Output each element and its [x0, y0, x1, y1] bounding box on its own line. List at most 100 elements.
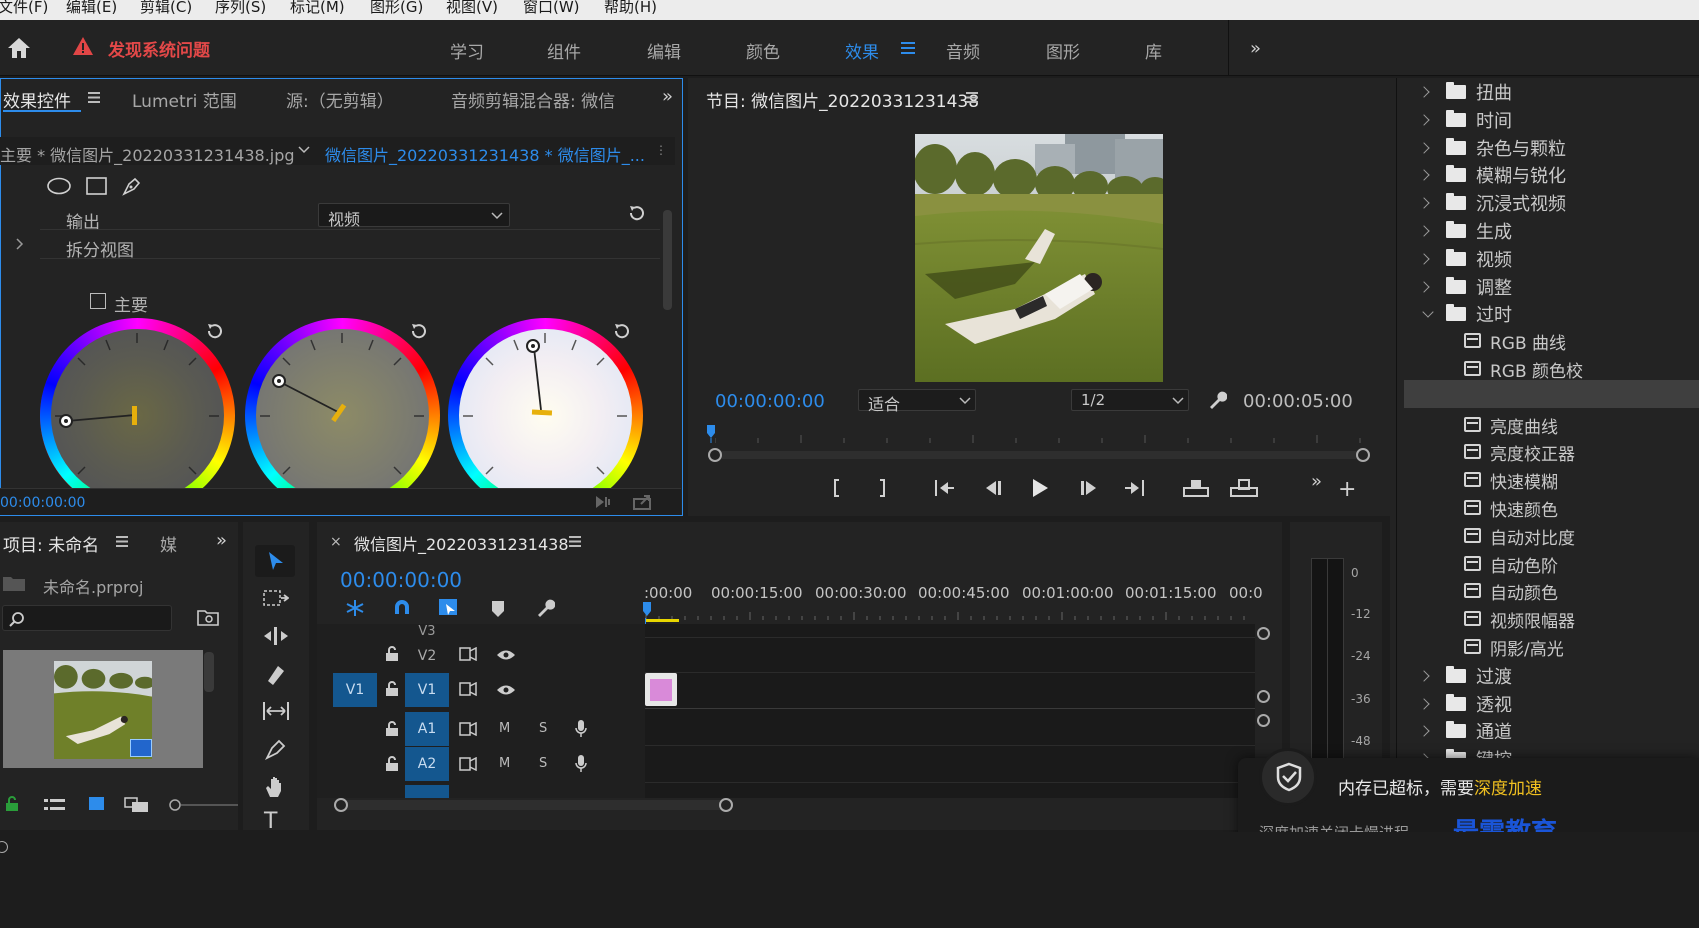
zoom-handle-right[interactable]	[1356, 448, 1370, 462]
program-zoom-bar[interactable]	[715, 451, 1363, 459]
add-marker-icon[interactable]	[490, 600, 506, 618]
thumbnail-size-slider[interactable]	[168, 798, 238, 812]
effects-folder-folders_after-0[interactable]: 过渡	[1476, 663, 1512, 689]
work-area-bar[interactable]	[645, 619, 679, 622]
effect-item-10[interactable]: 视频限幅器	[1490, 607, 1575, 632]
effects-folder-folders-8[interactable]: 过时	[1476, 301, 1512, 327]
program-video-frame[interactable]	[915, 134, 1163, 382]
ellipse-mask-icon[interactable]	[46, 177, 72, 195]
effect-item-7[interactable]: 自动对比度	[1490, 524, 1575, 549]
effect-item-1[interactable]: RGB 颜色校	[1490, 357, 1583, 382]
effect-item-9[interactable]: 自动颜色	[1490, 579, 1558, 604]
step-forward-icon[interactable]	[1078, 478, 1100, 498]
list-view-icon[interactable]	[44, 798, 66, 812]
zoom-handle-left[interactable]	[708, 448, 722, 462]
mark-out-icon[interactable]	[875, 478, 889, 498]
freeform-view-icon[interactable]	[124, 797, 150, 813]
effects-folder-folders-0[interactable]: 扭曲	[1476, 79, 1512, 105]
effects-folder-folders-1[interactable]: 时间	[1476, 107, 1512, 133]
timeline-settings-icon[interactable]	[535, 598, 555, 618]
effects-folder-folders-6[interactable]: 视频	[1476, 246, 1512, 272]
workspace-color[interactable]: 颜色	[746, 38, 780, 63]
track-a2-label[interactable]: A2	[405, 747, 449, 781]
menu-edit[interactable]: 编辑(E)	[66, 0, 117, 15]
effect-item-4[interactable]: 亮度校正器	[1490, 440, 1575, 465]
menu-window[interactable]: 窗口(W)	[523, 0, 580, 15]
effects-folder-folders-4[interactable]: 沉浸式视频	[1476, 190, 1566, 216]
tab-timeline-sequence[interactable]: 微信图片_20220331231438	[354, 531, 569, 555]
more-tabs-icon[interactable]: »	[662, 86, 673, 107]
lock-icon[interactable]	[5, 796, 19, 812]
home-icon[interactable]	[6, 36, 32, 60]
mark-in-icon[interactable]	[830, 478, 844, 498]
effect-controls-timecode[interactable]: 00:00:00:00	[0, 495, 85, 511]
snap-icon[interactable]	[392, 598, 412, 618]
menu-help[interactable]: 帮助(H)	[604, 0, 657, 15]
lock-a2-icon[interactable]	[385, 756, 399, 772]
eye-v1-icon[interactable]	[496, 684, 516, 696]
program-menu-icon[interactable]	[966, 92, 978, 103]
effects-folder-folders-5[interactable]: 生成	[1476, 218, 1512, 244]
video-clip[interactable]	[645, 673, 677, 706]
master-clip-label[interactable]: 主要 * 微信图片_20220331231438.jpg	[0, 142, 295, 166]
menu-clip[interactable]: 剪辑(C)	[140, 0, 192, 15]
v-scroll-top-handle[interactable]	[1257, 627, 1270, 640]
more-project-tabs-icon[interactable]: »	[216, 530, 227, 551]
go-to-in-icon[interactable]	[932, 478, 956, 498]
chevron-right-icon[interactable]	[16, 238, 24, 250]
more-workspaces-icon[interactable]: »	[1250, 38, 1261, 59]
pen-tool[interactable]	[264, 738, 288, 760]
track-a3-label[interactable]	[405, 785, 449, 798]
workspace-menu-icon[interactable]	[901, 42, 915, 54]
source-v1-patch[interactable]: V1	[333, 673, 377, 707]
type-tool[interactable]: T	[264, 811, 277, 833]
play-audio-icon[interactable]	[594, 494, 614, 510]
midtones-wheel[interactable]	[245, 318, 440, 488]
tab-source[interactable]: 源:（无剪辑）	[286, 87, 394, 112]
sync-v2-icon[interactable]	[459, 647, 477, 661]
track-a1-label[interactable]: A1	[405, 712, 449, 746]
workspace-learn[interactable]: 学习	[450, 38, 484, 63]
lock-a1-icon[interactable]	[385, 721, 399, 737]
timeline-zoom-right[interactable]	[719, 798, 733, 812]
extract-icon[interactable]	[1229, 478, 1259, 498]
linked-selection-icon[interactable]	[438, 598, 460, 618]
ripple-edit-tool[interactable]	[262, 626, 290, 646]
track-select-tool[interactable]	[263, 590, 289, 608]
workspace-libraries[interactable]: 库	[1145, 38, 1162, 63]
program-timecode[interactable]: 00:00:00:00	[715, 391, 825, 412]
sync-v1-icon[interactable]	[459, 682, 477, 696]
mic-a1-icon[interactable]	[574, 719, 588, 739]
lock-v1-icon[interactable]	[385, 681, 399, 697]
panel-menu-icon[interactable]	[88, 92, 100, 103]
workspace-audio[interactable]: 音频	[946, 38, 980, 63]
effect-item-5[interactable]: 快速模糊	[1490, 468, 1558, 493]
a-scroll-top-handle[interactable]	[1257, 714, 1270, 727]
timeline-menu-icon[interactable]	[569, 536, 581, 547]
effects-folder-folders-3[interactable]: 模糊与锐化	[1476, 162, 1566, 188]
icon-view-icon[interactable]	[89, 797, 104, 810]
new-bin-search-icon[interactable]	[197, 608, 219, 626]
warning-icon[interactable]	[72, 36, 94, 56]
project-scrollbar[interactable]	[204, 652, 214, 692]
rectangle-mask-icon[interactable]	[86, 177, 108, 195]
hand-tool[interactable]	[264, 775, 288, 799]
tab-audio-clip-mixer[interactable]: 音频剪辑混合器: 微信	[451, 87, 615, 112]
effect-controls-scrollbar[interactable]	[663, 210, 672, 310]
effect-item-11[interactable]: 阴影/高光	[1490, 635, 1564, 660]
effects-folder-folders_after-1[interactable]: 透视	[1476, 691, 1512, 717]
mute-a2-button[interactable]: M	[499, 756, 510, 771]
sync-a2-icon[interactable]	[459, 757, 477, 771]
step-back-icon[interactable]	[982, 478, 1004, 498]
resolution-dropdown[interactable]: 1/2	[1071, 389, 1189, 411]
go-to-out-icon[interactable]	[1123, 478, 1147, 498]
master-checkbox[interactable]	[90, 293, 106, 309]
solo-a2-button[interactable]: S	[539, 756, 547, 771]
pen-mask-icon[interactable]	[121, 175, 143, 197]
effect-item-3[interactable]: 亮度曲线	[1490, 413, 1558, 438]
lock-v2-icon[interactable]	[385, 646, 399, 662]
reset-shadows-icon[interactable]	[205, 322, 225, 340]
highlights-wheel[interactable]	[448, 318, 643, 488]
workspace-graphics[interactable]: 图形	[1046, 38, 1080, 63]
close-timeline-icon[interactable]: ×	[330, 534, 342, 550]
